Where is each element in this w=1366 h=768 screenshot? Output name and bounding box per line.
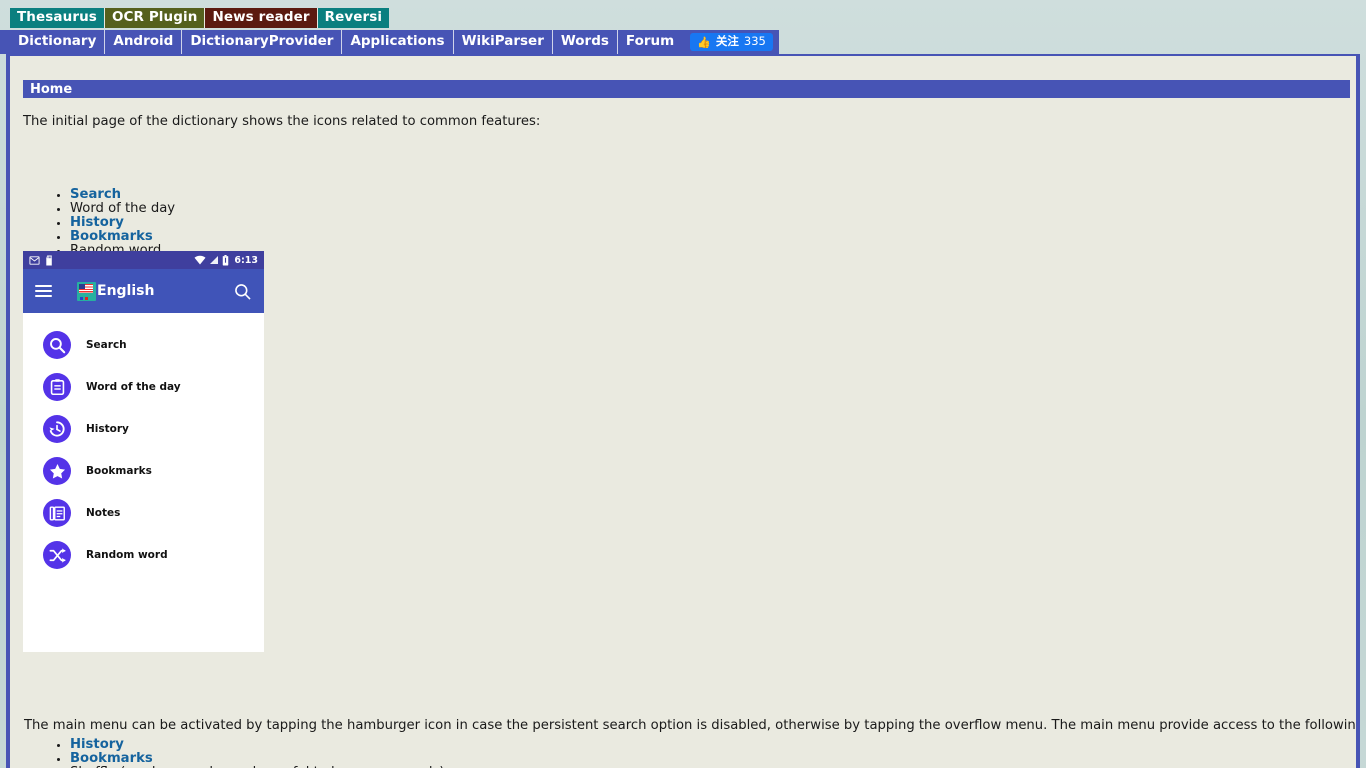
product-tab-label: Reversi <box>324 9 383 26</box>
nav-item-label: Applications <box>350 33 445 50</box>
section-header: Home <box>23 80 1350 98</box>
product-tab-label: News reader <box>212 9 310 26</box>
wifi-icon <box>194 255 206 265</box>
hamburger-icon[interactable] <box>35 285 52 297</box>
page-content: Home The initial page of the dictionary … <box>6 54 1360 768</box>
phone-menu-list: Search Word of the day History Bookmarks… <box>23 313 264 576</box>
product-tab-thesaurus[interactable]: Thesaurus <box>10 8 105 28</box>
battery-icon <box>223 254 229 265</box>
nav-item-wikiparser[interactable]: WikiParser <box>454 30 553 54</box>
menu-paragraph: The main menu can be activated by tappin… <box>24 718 1360 733</box>
search-icon[interactable] <box>233 282 252 301</box>
menu-item-label: Random word <box>86 549 168 561</box>
menu-item-label: History <box>86 423 129 435</box>
nav-item-dictionary[interactable]: Dictionary <box>10 30 106 54</box>
facebook-follow-button[interactable]: 👍 关注 335 <box>690 33 773 51</box>
sd-card-icon <box>46 254 52 266</box>
english-flag-book-icon <box>77 281 96 301</box>
nav-item-label: WikiParser <box>461 33 544 50</box>
status-bar-left-icons <box>29 254 54 266</box>
intro-paragraph: The initial page of the dictionary shows… <box>23 114 541 129</box>
clipboard-icon <box>43 373 71 401</box>
feature-label: Bookmarks <box>70 229 153 244</box>
product-tab-bar: Thesaurus OCR Plugin News reader Reversi <box>0 8 390 28</box>
menu-item-history[interactable]: History <box>23 408 264 450</box>
product-tab-reversi[interactable]: Reversi <box>317 8 390 28</box>
status-bar-clock: 6:13 <box>234 254 258 266</box>
list-item[interactable]: Bookmarks <box>70 752 445 766</box>
follow-count: 335 <box>743 34 766 49</box>
follow-button-label: 关注 <box>715 34 739 49</box>
list-item[interactable]: History <box>70 216 175 230</box>
list-item[interactable]: Bookmarks <box>70 230 175 244</box>
android-screenshot: 6:13 English Search Word of the day Hist… <box>23 251 264 652</box>
signal-icon <box>210 256 219 264</box>
menu-item-label: Search <box>86 339 127 351</box>
menu-item-label: Notes <box>86 507 121 519</box>
shuffle-icon <box>43 541 71 569</box>
menu-item-search[interactable]: Search <box>23 324 264 366</box>
menu-item-notes[interactable]: Notes <box>23 492 264 534</box>
nav-item-label: Android <box>113 33 174 50</box>
phone-status-bar: 6:13 <box>23 251 264 269</box>
star-icon <box>43 457 71 485</box>
main-nav-bar: Dictionary Android DictionaryProvider Ap… <box>0 30 779 54</box>
nav-item-applications[interactable]: Applications <box>342 30 454 54</box>
follow-button-container: 👍 关注 335 <box>682 30 779 54</box>
page-title: Home <box>30 81 73 97</box>
mail-icon <box>29 255 40 265</box>
nav-item-label: Words <box>560 33 609 50</box>
feature-label: History <box>70 215 124 230</box>
nav-item-label: Dictionary <box>18 33 97 50</box>
menu-actions-list: History Bookmarks Shuffle (random word s… <box>30 738 445 768</box>
nav-item-android[interactable]: Android <box>105 30 183 54</box>
feature-label: Word of the day <box>70 201 176 216</box>
phone-app-bar: English <box>23 269 264 313</box>
action-label: Bookmarks <box>70 751 153 766</box>
menu-item-random-word[interactable]: Random word <box>23 534 264 576</box>
status-bar-right-icons: 6:13 <box>194 254 258 266</box>
product-tab-ocr-plugin[interactable]: OCR Plugin <box>104 8 206 28</box>
menu-item-word-of-the-day[interactable]: Word of the day <box>23 366 264 408</box>
list-item: Word of the day <box>70 202 175 216</box>
search-icon <box>43 331 71 359</box>
thumbs-up-icon: 👍 <box>697 35 711 49</box>
notes-icon <box>43 499 71 527</box>
menu-item-label: Bookmarks <box>86 465 152 477</box>
nav-item-dictionaryprovider[interactable]: DictionaryProvider <box>182 30 343 54</box>
list-item[interactable]: Search <box>70 188 175 202</box>
feature-label: Search <box>70 187 122 202</box>
action-label: History <box>70 737 124 752</box>
nav-item-label: DictionaryProvider <box>190 33 334 50</box>
product-tab-label: OCR Plugin <box>111 9 198 26</box>
nav-item-label: Forum <box>625 33 675 50</box>
menu-item-bookmarks[interactable]: Bookmarks <box>23 450 264 492</box>
product-tab-label: Thesaurus <box>17 9 97 26</box>
product-tab-news-reader[interactable]: News reader <box>205 8 318 28</box>
nav-item-words[interactable]: Words <box>553 30 618 54</box>
list-item[interactable]: History <box>70 738 445 752</box>
features-list: Search Word of the day History Bookmarks… <box>30 188 175 258</box>
app-title: English <box>97 283 155 299</box>
history-clock-icon <box>43 415 71 443</box>
nav-item-forum[interactable]: Forum <box>618 30 682 54</box>
menu-item-label: Word of the day <box>86 381 181 393</box>
